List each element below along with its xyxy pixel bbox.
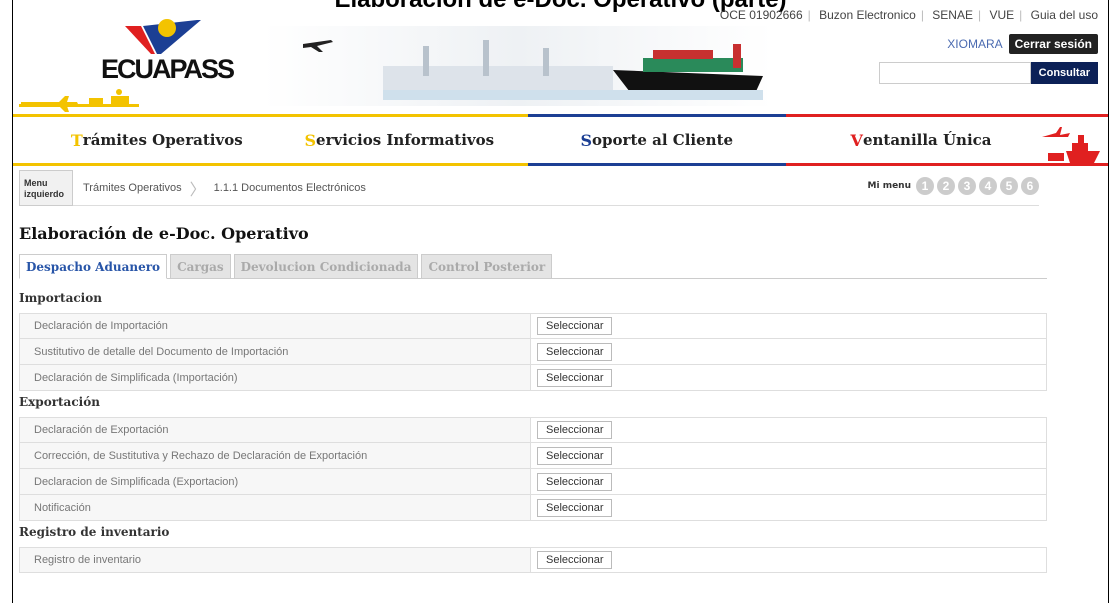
document-name: Corrección, de Sustitutiva y Rechazo de … (34, 449, 368, 462)
username: XIOMARA (947, 37, 1003, 51)
select-button[interactable]: Seleccionar (537, 551, 613, 569)
link-senae[interactable]: SENAE (932, 8, 973, 22)
section-inventario: Registro de inventario (19, 525, 170, 539)
menu-label-sub: izquierdo (24, 188, 64, 199)
document-name: Declaracion de Simplificada (Exportacion… (34, 475, 239, 488)
my-menu-label: Mi menu (867, 181, 911, 191)
my-menu-slot-6[interactable]: 6 (1021, 177, 1039, 195)
nav-soporte-cliente[interactable]: Soporte al Cliente (528, 114, 786, 166)
select-button[interactable]: Seleccionar (537, 446, 613, 465)
select-button[interactable]: Seleccionar (537, 342, 613, 361)
header: ECUAPASS OCE 01902666 | Buzon Electronic… (13, 0, 1108, 115)
document-name: Notificación (34, 501, 91, 514)
list-item: Declaración de Exportación Seleccionar (19, 417, 1047, 443)
select-button[interactable]: Seleccionar (537, 317, 613, 335)
list-item: Declaración de Simplificada (Importación… (19, 365, 1047, 391)
search-input[interactable] (878, 62, 1031, 84)
nav-label: ervicios Informativos (316, 131, 495, 149)
page-frame: Elaboración de e-Doc. Operativo (parte) … (12, 0, 1109, 603)
link-buzon[interactable]: Buzon Electronico (819, 8, 916, 22)
section-exportacion: Exportación (19, 395, 100, 409)
tab-cargas[interactable]: Cargas (170, 254, 231, 279)
list-item: Notificación Seleccionar (19, 495, 1047, 521)
logout-button[interactable]: Cerrar sesión (1008, 34, 1098, 54)
my-menu-slot-2[interactable]: 2 (937, 177, 955, 195)
my-menu-slot-3[interactable]: 3 (958, 177, 976, 195)
select-button[interactable]: Seleccionar (537, 472, 613, 491)
breadcrumb-item-tramites[interactable]: Trámites Operativos (83, 182, 182, 194)
nav-initial: S (580, 130, 593, 150)
main-nav: Trámites Operativos Servicios Informativ… (13, 114, 1108, 166)
consultar-button[interactable]: Consultar (1030, 62, 1098, 84)
select-button[interactable]: Seleccionar (537, 368, 613, 387)
my-menu-slot-5[interactable]: 5 (1000, 177, 1018, 195)
list-item: Registro de inventario Seleccionar (19, 547, 1047, 573)
link-vue[interactable]: VUE (989, 8, 1014, 22)
nav-initial: T (70, 130, 83, 150)
tab-despacho-aduanero[interactable]: Despacho Aduanero (19, 254, 168, 279)
document-list: Importacion Declaración de Importación S… (19, 287, 1047, 573)
port-banner-image (263, 26, 773, 106)
link-oce[interactable]: OCE 01902666 (720, 8, 803, 22)
logo-text: ECUAPASS (101, 54, 235, 84)
nav-initial: S (304, 130, 317, 150)
section-importacion: Importacion (19, 291, 102, 305)
page-title: Elaboración de e-Doc. Operativo (19, 224, 309, 243)
tab-bar: Despacho Aduanero Cargas Devolucion Cond… (19, 254, 553, 279)
my-menu: Mi menu 1 2 3 4 5 6 (868, 177, 1039, 195)
nav-label: entanilla Única (862, 131, 992, 149)
ship-icon (1042, 127, 1100, 163)
document-name: Declaración de Simplificada (Importación… (34, 371, 238, 384)
document-name: Sustitutivo de detalle del Documento de … (34, 345, 289, 358)
document-name: Registro de inventario (34, 554, 142, 566)
nav-initial: V (850, 130, 863, 150)
select-button[interactable]: Seleccionar (537, 421, 613, 439)
select-button[interactable]: Seleccionar (537, 498, 613, 517)
my-menu-slot-1[interactable]: 1 (916, 177, 934, 195)
breadcrumb-item-documentos: 1.1.1 Documentos Electrónicos (213, 181, 366, 194)
document-name: Declaración de Importación (34, 320, 168, 332)
nav-servicios-informativos[interactable]: Servicios Informativos (270, 114, 529, 166)
my-menu-slot-4[interactable]: 4 (979, 177, 997, 195)
document-name: Declaración de Exportación (34, 424, 169, 436)
nav-label: rámites Operativos (82, 131, 243, 149)
breadcrumb: Menu izquierdo Trámites Operativos 〉 1.1… (19, 169, 1039, 206)
chevron-right-icon: 〉 (189, 179, 206, 199)
left-menu-button[interactable]: Menu izquierdo (19, 169, 73, 206)
search-row: Consultar (878, 62, 1098, 84)
nav-label: oporte al Cliente (592, 131, 734, 149)
menu-label: Menu (24, 177, 48, 188)
tab-divider (19, 278, 1047, 279)
list-item: Corrección, de Sustitutiva y Rechazo de … (19, 443, 1047, 469)
top-links: OCE 01902666 | Buzon Electronico | SENAE | … (719, 8, 1098, 22)
nav-ventanilla-unica[interactable]: Ventanilla Única (785, 114, 1108, 166)
ecuapass-logo[interactable]: ECUAPASS (97, 16, 237, 84)
list-item: Declaración de Importación Seleccionar (19, 313, 1047, 339)
user-area: XIOMARA Cerrar sesión (947, 34, 1098, 54)
list-item: Sustitutivo de detalle del Documento de … (19, 339, 1047, 365)
nav-tramites-operativos[interactable]: Trámites Operativos (13, 114, 271, 166)
tab-devolucion-condicionada[interactable]: Devolucion Condicionada (233, 254, 419, 279)
tab-control-posterior[interactable]: Control Posterior (421, 254, 553, 279)
link-guia[interactable]: Guia del uso (1031, 8, 1098, 22)
list-item: Declaracion de Simplificada (Exportacion… (19, 469, 1047, 495)
plane-icon (19, 89, 139, 112)
